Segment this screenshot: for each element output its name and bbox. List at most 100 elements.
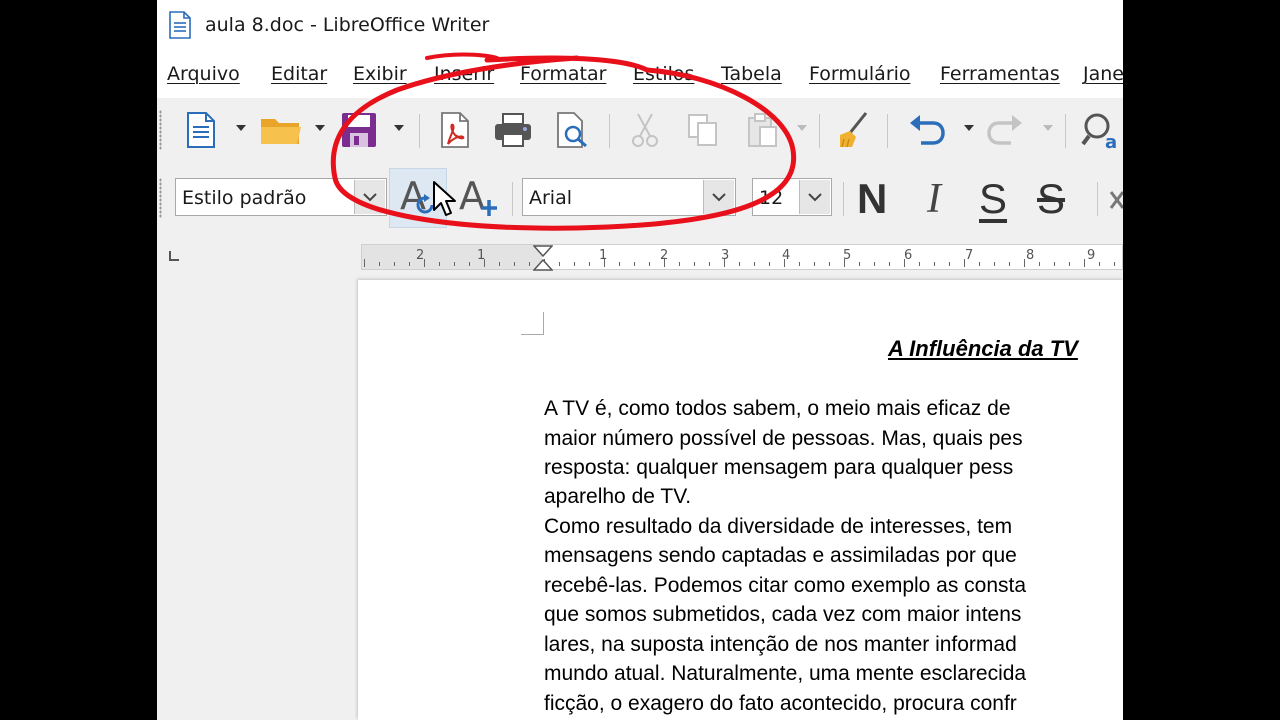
menu-janela[interactable]: Jane	[1083, 63, 1123, 85]
standard-toolbar: a	[157, 98, 1123, 164]
menu-formatar[interactable]: Formatar	[520, 63, 606, 85]
clear-formatting-icon[interactable]	[1109, 188, 1123, 212]
mouse-cursor-icon	[433, 181, 456, 216]
ruler-tick	[1009, 262, 1010, 266]
menu-tabela[interactable]: Tabela	[721, 63, 782, 85]
toolbar-grip[interactable]	[159, 178, 162, 218]
paragraph-style-dropdown[interactable]	[354, 180, 385, 214]
paragraph-line: aparelho de TV.	[544, 485, 692, 508]
paragraph-style-combo[interactable]: Estilo padrão	[175, 178, 387, 216]
menu-inserir[interactable]: Inserir	[434, 63, 494, 85]
plus-icon	[481, 200, 497, 216]
menu-editar[interactable]: Editar	[271, 63, 327, 85]
tab-stop-type-icon[interactable]	[168, 250, 180, 262]
print-preview-button[interactable]	[553, 108, 593, 152]
font-name-value: Arial	[529, 187, 573, 209]
ruler-tick	[949, 262, 950, 266]
ruler-tick	[739, 262, 740, 266]
ruler-tick	[994, 262, 995, 266]
toolbar-separator	[512, 182, 513, 216]
paragraph-line: mensagens sendo captadas e assimiladas p…	[544, 544, 1017, 567]
copy-icon	[688, 114, 717, 146]
horizontal-ruler[interactable]: 2 1 1 2 3 4 5 6 7 8 9	[361, 244, 1123, 271]
ruler-tick	[649, 262, 650, 266]
undo-icon	[910, 115, 945, 145]
font-name-dropdown[interactable]	[703, 180, 734, 214]
toolbar-separator	[419, 114, 420, 148]
ruler-number: 5	[843, 248, 852, 263]
scissors-icon	[632, 113, 658, 147]
bold-button[interactable]: N	[857, 175, 887, 223]
ruler-tick	[679, 262, 680, 266]
new-document-icon	[187, 112, 215, 148]
ruler-area: 2 1 1 2 3 4 5 6 7 8 9	[157, 236, 1123, 280]
print-button[interactable]	[491, 108, 535, 152]
toolbar-separator	[819, 114, 820, 148]
font-size-dropdown[interactable]	[799, 180, 830, 214]
italic-button[interactable]: I	[927, 175, 941, 223]
paintbrush-icon	[840, 112, 868, 148]
undo-button[interactable]	[905, 110, 949, 150]
ruler-tick	[409, 262, 410, 266]
underline-button[interactable]: S	[979, 175, 1007, 223]
ruler-tick	[469, 262, 470, 266]
ruler-number: 4	[782, 248, 791, 263]
paragraph-line: mundo atual. Naturalmente, uma mente esc…	[544, 662, 1027, 685]
clone-formatting-button[interactable]	[833, 108, 873, 152]
indent-marker[interactable]	[533, 245, 553, 271]
open-dropdown-arrow[interactable]	[315, 125, 325, 131]
new-dropdown-arrow[interactable]	[236, 125, 246, 131]
ruler-tick	[439, 262, 440, 266]
new-style-button[interactable]: A	[455, 170, 503, 226]
document-page[interactable]: A Influência da TV A TV é, como todos sa…	[358, 280, 1123, 720]
toolbar-grip[interactable]	[159, 110, 162, 150]
print-preview-icon	[557, 112, 587, 148]
window-title: aula 8.doc - LibreOffice Writer	[205, 14, 490, 36]
ruler-number: 1	[599, 248, 608, 263]
menu-exibir[interactable]: Exibir	[353, 63, 407, 85]
writer-document-icon	[169, 11, 191, 39]
paragraph-line: Como resultado da diversidade de interes…	[544, 515, 1013, 538]
paste-button[interactable]	[743, 110, 783, 150]
menu-bar: Arquivo Editar Exibir Inserir Formatar E…	[157, 52, 1123, 98]
cut-button[interactable]	[627, 110, 663, 150]
redo-dropdown-arrow[interactable]	[1043, 125, 1053, 131]
ruler-number: 2	[660, 248, 669, 263]
paragraph-line: ficção, o exagero do fato acontecido, pr…	[544, 692, 1017, 715]
copy-button[interactable]	[683, 110, 723, 150]
toolbar-separator	[1065, 114, 1066, 148]
libreoffice-window: aula 8.doc - LibreOffice Writer Arquivo …	[157, 0, 1123, 720]
paragraph-line: maior número possível de pessoas. Mas, q…	[544, 427, 1023, 450]
save-dropdown-arrow[interactable]	[394, 125, 404, 131]
chevron-down-icon	[712, 192, 726, 201]
redo-icon	[987, 115, 1022, 145]
find-replace-button[interactable]: a	[1081, 108, 1123, 152]
save-button[interactable]	[337, 108, 381, 152]
redo-button[interactable]	[983, 110, 1027, 150]
paste-dropdown-arrow[interactable]	[797, 125, 807, 131]
toolbar-separator	[1097, 182, 1098, 216]
menu-arquivo[interactable]: Arquivo	[167, 63, 240, 85]
export-pdf-button[interactable]	[435, 108, 475, 152]
document-title: A Influência da TV	[888, 336, 1078, 361]
undo-dropdown-arrow[interactable]	[964, 125, 974, 131]
ruler-tick	[574, 262, 575, 266]
ruler-tick	[709, 262, 710, 266]
ruler-tick	[814, 262, 815, 266]
ruler-tick	[379, 262, 380, 266]
open-button[interactable]	[257, 110, 305, 150]
menu-formulario[interactable]: Formulário	[809, 63, 911, 85]
font-name-combo[interactable]: Arial	[522, 178, 736, 216]
ruler-tick	[589, 262, 590, 266]
ruler-number: 3	[721, 248, 730, 263]
ruler-tick	[559, 262, 560, 266]
ruler-tick	[529, 262, 530, 266]
ruler-tick	[1099, 262, 1100, 266]
new-document-button[interactable]	[181, 108, 221, 152]
strikethrough-button[interactable]: S	[1037, 175, 1065, 223]
ruler-tick	[394, 262, 395, 266]
font-size-combo[interactable]: 12	[752, 178, 832, 216]
ruler-tick	[1114, 262, 1115, 266]
menu-ferramentas[interactable]: Ferramentas	[940, 63, 1060, 85]
menu-estilos[interactable]: Estilos	[633, 63, 694, 85]
